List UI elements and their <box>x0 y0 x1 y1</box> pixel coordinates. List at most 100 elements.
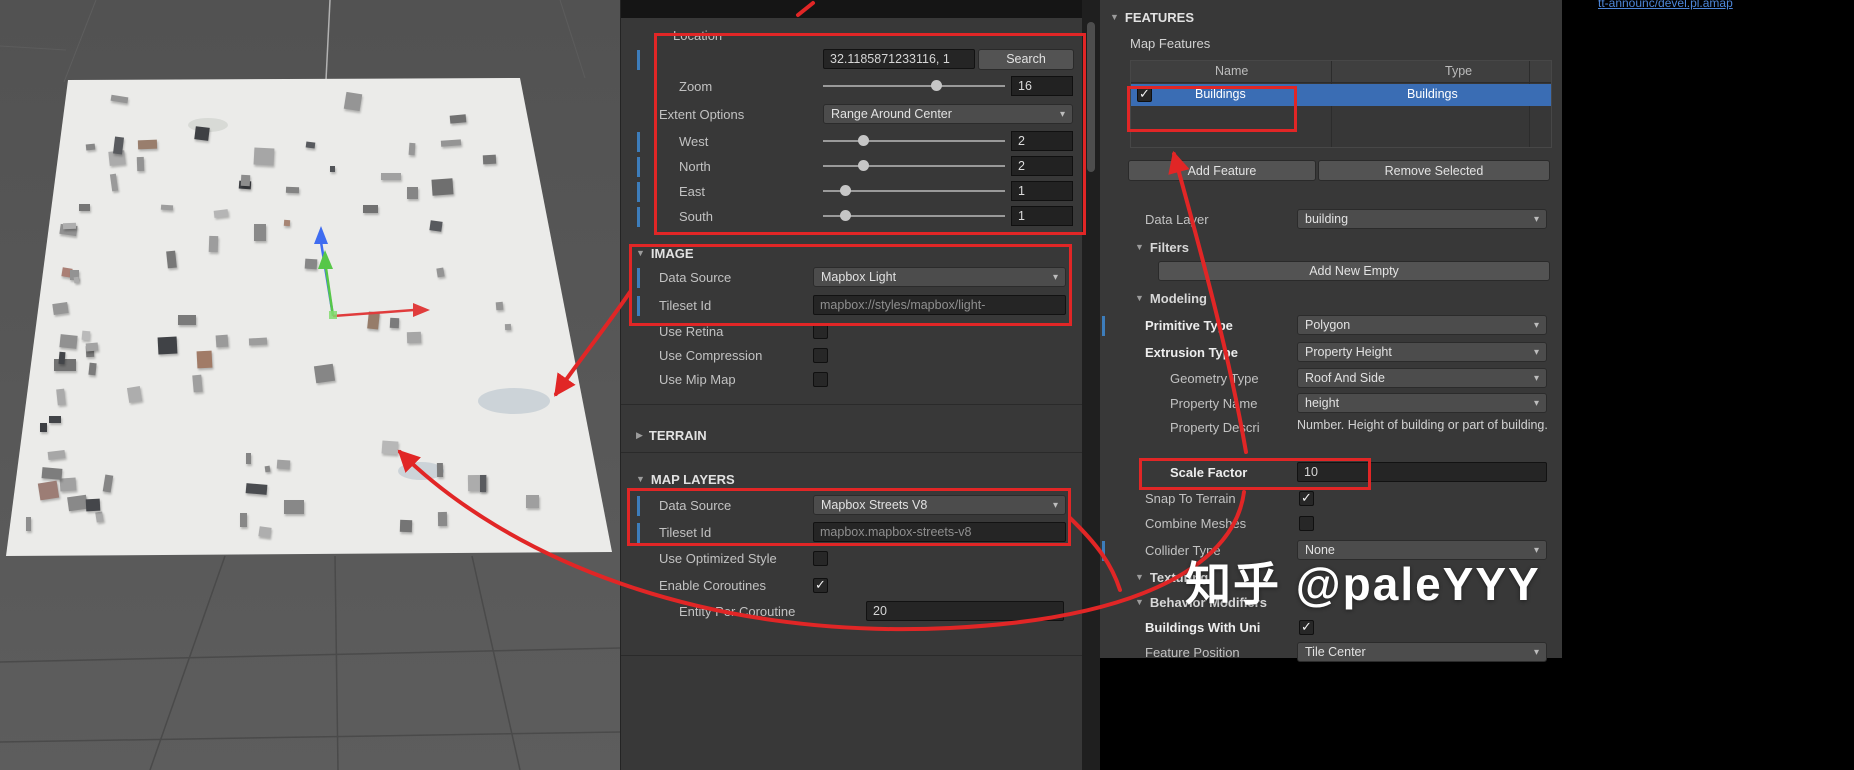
dropdown-value: height <box>1305 396 1339 410</box>
map-layers-section-title: MAP LAYERS <box>651 472 735 487</box>
use-optimized-style-row: Use Optimized Style <box>621 547 1082 569</box>
slider-knob[interactable] <box>840 185 851 196</box>
zoom-value-field[interactable]: 16 <box>1011 76 1073 96</box>
features-section-title: FEATURES <box>1125 10 1194 25</box>
south-value-field[interactable]: 1 <box>1011 206 1073 226</box>
building-block <box>48 450 65 460</box>
remove-selected-button[interactable]: Remove Selected <box>1318 160 1550 181</box>
top-right-link[interactable]: tt-announc/devel.pl.amap <box>1598 0 1733 10</box>
building-block <box>449 114 465 123</box>
search-button[interactable]: Search <box>978 49 1074 70</box>
use-mip-map-checkbox[interactable] <box>813 372 828 387</box>
feature-name-cell: Buildings <box>1195 87 1246 101</box>
property-name-dropdown[interactable]: height ▾ <box>1297 393 1547 413</box>
building-block <box>95 512 104 523</box>
building-block <box>166 251 177 269</box>
filters-foldout[interactable]: ▼ Filters <box>1100 236 1562 258</box>
east-value-field[interactable]: 1 <box>1011 181 1073 201</box>
primitive-type-dropdown[interactable]: Polygon ▾ <box>1297 315 1547 335</box>
building-block <box>89 363 97 376</box>
snap-to-terrain-row: Snap To Terrain ✓ <box>1100 487 1562 509</box>
building-block <box>127 387 142 403</box>
scrollbar-thumb[interactable] <box>1087 22 1095 172</box>
slider-track <box>823 140 1005 142</box>
scale-factor-row: Scale Factor 10 <box>1100 461 1562 483</box>
building-block <box>284 500 304 514</box>
override-marker <box>637 496 640 516</box>
zoom-value: 16 <box>1018 79 1032 93</box>
dropdown-value: Property Height <box>1305 345 1392 359</box>
features-table: Name Type ✓ Buildings Buildings <box>1130 60 1552 148</box>
west-row: West 2 <box>621 130 1082 152</box>
image-data-source-dropdown[interactable]: Mapbox Light ▾ <box>813 267 1066 287</box>
add-feature-button[interactable]: Add Feature <box>1128 160 1316 181</box>
layers-tileset-input[interactable]: mapbox.mapbox-streets-v8 <box>813 522 1066 542</box>
enable-coroutines-row: Enable Coroutines ✓ <box>621 574 1082 596</box>
vertical-scrollbar[interactable] <box>1082 0 1100 770</box>
building-block <box>286 187 300 193</box>
scale-factor-input[interactable]: 10 <box>1297 462 1547 482</box>
building-block <box>161 204 173 210</box>
image-tileset-input[interactable]: mapbox://styles/mapbox/light- <box>813 295 1066 315</box>
east-slider[interactable] <box>823 183 1005 199</box>
chevron-down-icon: ▾ <box>1528 347 1539 358</box>
slider-knob[interactable] <box>858 160 869 171</box>
divider <box>621 655 1082 656</box>
building-block <box>438 512 448 526</box>
use-compression-checkbox[interactable] <box>813 348 828 363</box>
west-slider[interactable] <box>823 133 1005 149</box>
image-tileset-label: Tileset Id <box>659 298 711 313</box>
features-section-header[interactable]: ▼ FEATURES <box>1100 6 1562 28</box>
feature-enabled-checkbox[interactable]: ✓ <box>1137 87 1152 102</box>
slider-knob[interactable] <box>840 210 851 221</box>
map-layers-section-header[interactable]: ▼ MAP LAYERS <box>621 468 1082 490</box>
building-block <box>408 143 415 156</box>
use-compression-label: Use Compression <box>659 348 762 363</box>
scene-view[interactable] <box>0 0 620 770</box>
south-slider[interactable] <box>823 208 1005 224</box>
layers-data-source-dropdown[interactable]: Mapbox Streets V8 ▾ <box>813 495 1066 515</box>
terrain-section-header[interactable]: ▶ TERRAIN <box>621 424 1082 446</box>
north-slider[interactable] <box>823 158 1005 174</box>
enable-coroutines-label: Enable Coroutines <box>659 578 766 593</box>
dropdown-value: Mapbox Light <box>821 270 896 284</box>
buildings-with-checkbox[interactable]: ✓ <box>1299 620 1314 635</box>
building-block <box>54 359 76 372</box>
add-new-empty-button[interactable]: Add New Empty <box>1158 261 1550 281</box>
extent-options-dropdown[interactable]: Range Around Center ▾ <box>823 104 1073 124</box>
modeling-foldout[interactable]: ▼ Modeling <box>1100 287 1562 309</box>
building-block <box>430 220 444 232</box>
features-table-header: Name Type <box>1131 61 1551 83</box>
entity-per-coroutine-input[interactable]: 20 <box>866 601 1064 621</box>
add-feature-label: Add Feature <box>1188 164 1257 178</box>
west-value-field[interactable]: 2 <box>1011 131 1073 151</box>
building-block <box>67 495 88 512</box>
building-block <box>314 363 336 383</box>
data-layer-dropdown[interactable]: building ▾ <box>1297 209 1547 229</box>
image-section-header[interactable]: ▼ IMAGE <box>621 242 1082 264</box>
feature-position-label: Feature Position <box>1145 645 1240 660</box>
geometry-type-dropdown[interactable]: Roof And Side ▾ <box>1297 368 1547 388</box>
feature-row-buildings[interactable]: ✓ Buildings Buildings <box>1131 84 1551 106</box>
use-retina-checkbox[interactable] <box>813 324 828 339</box>
feature-position-dropdown[interactable]: Tile Center ▾ <box>1297 642 1547 662</box>
building-block <box>63 223 76 229</box>
extrusion-type-dropdown[interactable]: Property Height ▾ <box>1297 342 1547 362</box>
dropdown-value: Range Around Center <box>831 107 952 121</box>
building-block <box>42 467 63 479</box>
slider-knob[interactable] <box>858 135 869 146</box>
building-block <box>52 302 68 315</box>
enable-coroutines-checkbox[interactable]: ✓ <box>813 578 828 593</box>
geometry-type-row: Geometry Type Roof And Side ▾ <box>1100 367 1562 389</box>
use-optimized-style-checkbox[interactable] <box>813 551 828 566</box>
slider-knob[interactable] <box>931 80 942 91</box>
coordinates-input[interactable]: 32.1185871233116, 1 <box>823 49 975 69</box>
building-block <box>382 440 399 454</box>
building-block <box>305 259 318 270</box>
filters-label: Filters <box>1150 240 1189 255</box>
north-value-field[interactable]: 2 <box>1011 156 1073 176</box>
combine-meshes-checkbox[interactable] <box>1299 516 1314 531</box>
snap-to-terrain-checkbox[interactable]: ✓ <box>1299 491 1314 506</box>
check-icon: ✓ <box>815 577 826 592</box>
zoom-slider[interactable] <box>823 78 1005 94</box>
